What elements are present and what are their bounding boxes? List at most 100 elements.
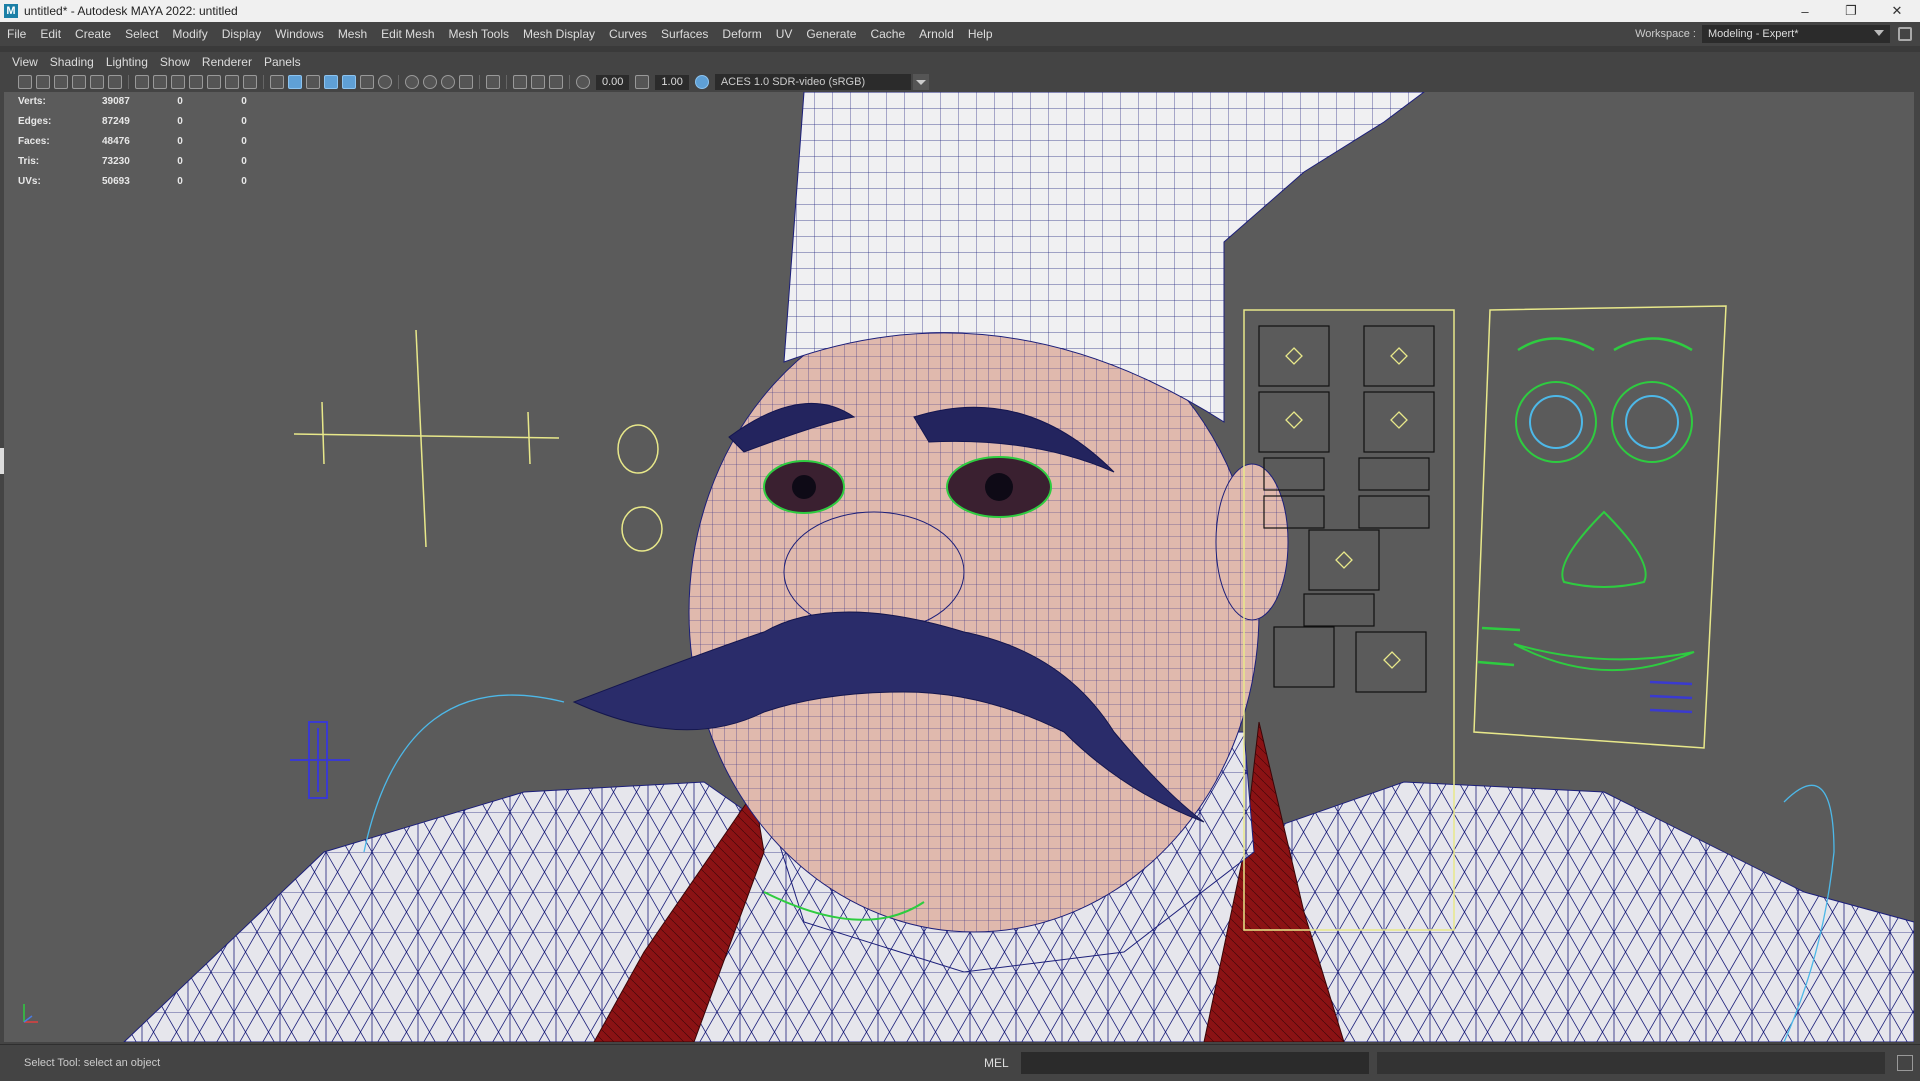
hud-value: 73230 (102, 156, 130, 167)
color-space-dropdown-icon[interactable] (912, 74, 929, 90)
wireframe-on-shaded-icon[interactable] (324, 75, 338, 89)
lock-icon[interactable] (1898, 27, 1912, 41)
grid-icon[interactable] (135, 75, 149, 89)
main-menu-bar: File Edit Create Select Modify Display W… (0, 22, 1920, 46)
smooth-shade-icon[interactable] (288, 75, 302, 89)
hud-value: 48476 (102, 136, 130, 147)
menu-curves[interactable]: Curves (602, 27, 654, 41)
hud-label: UVs: (18, 176, 41, 187)
camera-attributes-icon[interactable] (36, 75, 50, 89)
menu-display[interactable]: Display (215, 27, 268, 41)
help-line: Select Tool: select an object (24, 1057, 161, 1069)
motion-blur-icon[interactable] (423, 75, 437, 89)
depth-of-field-icon[interactable] (459, 75, 473, 89)
isolate-select-icon[interactable] (486, 75, 500, 89)
toolbar-separator (398, 75, 399, 89)
workspace-label: Workspace : (1635, 28, 1696, 40)
wireframe-icon[interactable] (270, 75, 284, 89)
lights-icon[interactable] (360, 75, 374, 89)
menu-select[interactable]: Select (118, 27, 165, 41)
color-space-field[interactable]: ACES 1.0 SDR-video (sRGB) (714, 74, 911, 90)
menu-arnold[interactable]: Arnold (912, 27, 961, 41)
menu-help[interactable]: Help (961, 27, 1000, 41)
field-chart-icon[interactable] (207, 75, 221, 89)
panel-menu-show[interactable]: Show (156, 55, 198, 69)
grease-pencil-icon[interactable] (108, 75, 122, 89)
viewport-panel[interactable]: Verts: 39087 0 0 Edges: 87249 0 0 Faces:… (4, 92, 1914, 1042)
default-material-icon[interactable] (306, 75, 320, 89)
hud-row-verts: Verts: 39087 0 0 (18, 96, 276, 116)
menu-deform[interactable]: Deform (715, 27, 768, 41)
hud-selected: 0 (177, 136, 183, 147)
panel-menu-lighting[interactable]: Lighting (102, 55, 156, 69)
menu-edit[interactable]: Edit (33, 27, 68, 41)
menu-mesh-display[interactable]: Mesh Display (516, 27, 602, 41)
panel-menu-shading[interactable]: Shading (46, 55, 102, 69)
menu-cache[interactable]: Cache (863, 27, 912, 41)
hud-label: Verts: (18, 96, 46, 107)
toolbar-separator (128, 75, 129, 89)
textured-icon[interactable] (342, 75, 356, 89)
menu-generate[interactable]: Generate (799, 27, 863, 41)
panel-menu-panels[interactable]: Panels (260, 55, 309, 69)
image-plane-icon[interactable] (72, 75, 86, 89)
menu-create[interactable]: Create (68, 27, 118, 41)
workspace-dropdown[interactable]: Modeling - Expert* (1702, 25, 1890, 43)
2d-pan-zoom-icon[interactable] (90, 75, 104, 89)
menu-edit-mesh[interactable]: Edit Mesh (374, 27, 441, 41)
gamma-field[interactable]: 1.00 (655, 74, 689, 90)
hud-row-uvs: UVs: 50693 0 0 (18, 176, 276, 196)
poly-count-hud: Verts: 39087 0 0 Edges: 87249 0 0 Faces:… (18, 96, 276, 196)
safe-action-icon[interactable] (225, 75, 239, 89)
mel-language-toggle[interactable]: MEL (984, 1056, 1009, 1070)
menu-windows[interactable]: Windows (268, 27, 331, 41)
panel-menu-view[interactable]: View (8, 55, 46, 69)
menu-surfaces[interactable]: Surfaces (654, 27, 715, 41)
safe-title-icon[interactable] (243, 75, 257, 89)
viewport-scene (123, 92, 1914, 1042)
rig-locators (293, 329, 663, 552)
command-result-field (1376, 1052, 1885, 1074)
menu-mesh-tools[interactable]: Mesh Tools (442, 27, 516, 41)
bookmark-icon[interactable] (54, 75, 68, 89)
hud-selected: 0 (177, 96, 183, 107)
resolution-gate-icon[interactable] (171, 75, 185, 89)
anti-aliasing-icon[interactable] (441, 75, 455, 89)
menu-uv[interactable]: UV (769, 27, 800, 41)
toolbox-collapse-handle[interactable] (0, 448, 4, 474)
exposure-icon[interactable] (576, 75, 590, 89)
gate-mask-icon[interactable] (189, 75, 203, 89)
hud-value: 50693 (102, 176, 130, 187)
workspace-selector: Workspace : Modeling - Expert* (1635, 22, 1920, 46)
hud-value: 87249 (102, 116, 130, 127)
hud-component: 0 (241, 156, 247, 167)
shadows-icon[interactable] (378, 75, 392, 89)
gamma-icon[interactable] (635, 75, 650, 89)
restore-button[interactable]: ❐ (1828, 0, 1874, 22)
backface-culling-icon[interactable] (549, 75, 563, 89)
menu-mesh[interactable]: Mesh (331, 27, 374, 41)
color-space-value: ACES 1.0 SDR-video (sRGB) (720, 76, 866, 88)
command-line-input[interactable] (1020, 1052, 1369, 1074)
script-editor-icon[interactable] (1896, 1055, 1913, 1071)
xray-joints-icon[interactable] (531, 75, 545, 89)
ear-mesh (1215, 463, 1289, 621)
toolbar-separator (479, 75, 480, 89)
minimize-button[interactable]: – (1782, 0, 1828, 22)
ambient-occlusion-icon[interactable] (405, 75, 419, 89)
panel-menu-renderer[interactable]: Renderer (198, 55, 260, 69)
hud-component: 0 (241, 116, 247, 127)
hud-value: 39087 (102, 96, 130, 107)
color-management-icon[interactable] (694, 75, 709, 89)
film-gate-icon[interactable] (153, 75, 167, 89)
menu-modify[interactable]: Modify (165, 27, 214, 41)
hud-label: Faces: (18, 136, 50, 147)
hud-label: Tris: (18, 156, 40, 167)
close-button[interactable]: ✕ (1874, 0, 1920, 22)
panel-toolbar: 0.00 1.00 ACES 1.0 SDR-video (sRGB) (0, 72, 1920, 92)
menu-file[interactable]: File (0, 27, 33, 41)
xray-icon[interactable] (513, 75, 527, 89)
select-camera-icon[interactable] (18, 75, 32, 89)
exposure-field[interactable]: 0.00 (596, 74, 630, 90)
hud-label: Edges: (18, 116, 52, 127)
